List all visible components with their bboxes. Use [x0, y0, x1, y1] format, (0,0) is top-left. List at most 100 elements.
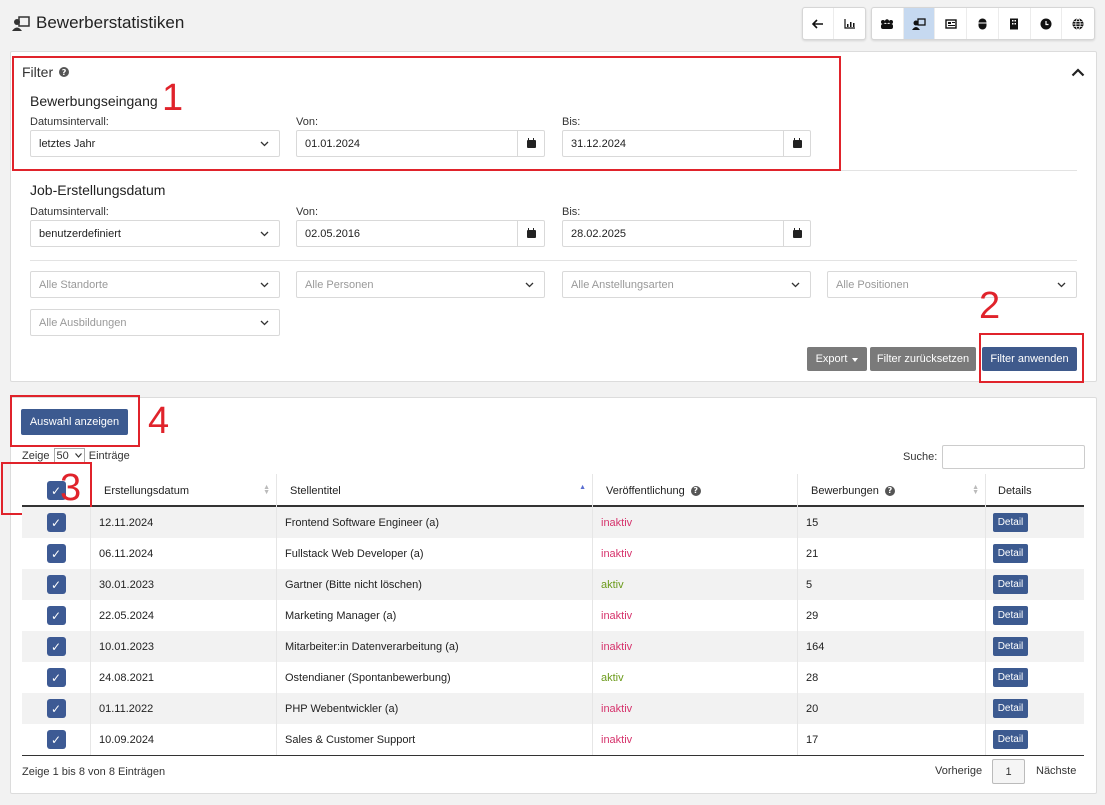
details-cell: Detail — [986, 631, 1084, 662]
applications-count-cell: 28 — [798, 662, 986, 693]
created-date-cell: 12.11.2024 — [91, 507, 277, 538]
chevron-up-icon[interactable] — [1071, 64, 1085, 80]
chevron-down-icon — [1057, 280, 1066, 290]
positions-select[interactable]: Alle Positionen — [827, 271, 1077, 298]
job-title-cell: PHP Webentwickler (a) — [277, 693, 593, 724]
column-header-label: Erstellungsdatum — [104, 484, 189, 497]
row-select-cell: ✓ — [22, 569, 91, 600]
column-header-label: Bewerbungen — [811, 484, 879, 497]
pagination-previous[interactable]: Vorherige — [935, 765, 982, 777]
annotation-box-2 — [979, 333, 1084, 383]
interval-select-job[interactable]: benutzerdefiniert — [30, 220, 280, 247]
applications-count-cell: 164 — [798, 631, 986, 662]
arrow-left-icon[interactable] — [803, 8, 835, 39]
row-checkbox[interactable]: ✓ — [46, 699, 66, 718]
detail-button[interactable]: Detail — [993, 513, 1028, 532]
created-date-cell: 06.11.2024 — [91, 538, 277, 569]
reset-filter-button[interactable]: Filter zurücksetzen — [870, 347, 976, 371]
help-icon[interactable]: ? — [884, 485, 895, 496]
detail-button[interactable]: Detail — [993, 637, 1028, 656]
row-select-cell: ✓ — [22, 631, 91, 662]
persons-select-value: Alle Personen — [305, 278, 374, 291]
details-cell: Detail — [986, 600, 1084, 631]
pagination-next[interactable]: Nächste — [1036, 765, 1076, 777]
row-select-cell: ✓ — [22, 724, 91, 755]
globe-icon[interactable] — [1062, 8, 1094, 39]
page-size-select[interactable]: 50 — [53, 448, 85, 463]
created-date-cell: 10.01.2023 — [91, 631, 277, 662]
row-checkbox[interactable]: ✓ — [46, 637, 66, 656]
toolbar-nav — [802, 7, 866, 40]
locations-select-value: Alle Standorte — [39, 278, 109, 291]
chart-icon[interactable] — [834, 8, 865, 39]
export-button[interactable]: Export — [807, 347, 867, 371]
chevron-down-icon — [260, 280, 269, 290]
table-row: ✓ 24.08.2021 Ostendianer (Spontanbewerbung… — [22, 662, 1084, 693]
job-title-cell: Mitarbeiter:in Datenverarbeitung (a) — [277, 631, 593, 662]
sort-icon: ▲ ▼ — [972, 484, 979, 496]
status-cell: inaktiv — [593, 631, 798, 662]
applications-count-cell: 15 — [798, 507, 986, 538]
row-checkbox[interactable]: ✓ — [46, 730, 66, 749]
row-checkbox[interactable]: ✓ — [46, 606, 66, 625]
details-cell: Detail — [986, 662, 1084, 693]
annotation-number-2: 2 — [979, 285, 1001, 327]
locations-select[interactable]: Alle Standorte — [30, 271, 280, 298]
detail-button[interactable]: Detail — [993, 730, 1028, 749]
users-icon[interactable] — [872, 8, 904, 39]
pagination-page[interactable]: 1 — [992, 759, 1025, 784]
employment-types-select[interactable]: Alle Anstellungsarten — [562, 271, 811, 298]
detail-button[interactable]: Detail — [993, 544, 1028, 563]
row-checkbox[interactable]: ✓ — [46, 575, 66, 594]
column-header-applications[interactable]: Bewerbungen ? ▲ ▼ — [798, 474, 986, 507]
from-date-job[interactable]: 02.05.2016 — [296, 220, 545, 247]
row-checkbox[interactable]: ✓ — [46, 544, 66, 563]
table-row: ✓ 12.11.2024 Frontend Software Engineer (a… — [22, 507, 1084, 538]
row-select-cell: ✓ — [22, 693, 91, 724]
calendar-icon[interactable] — [783, 221, 810, 246]
status-cell: aktiv — [593, 662, 798, 693]
column-header-created[interactable]: Erstellungsdatum ▲ ▼ — [91, 474, 277, 507]
status-cell: inaktiv — [593, 724, 798, 755]
row-checkbox[interactable]: ✓ — [46, 668, 66, 687]
status-cell: aktiv — [593, 569, 798, 600]
column-header-title[interactable]: Stellentitel ▲ ▼ — [277, 474, 593, 507]
annotation-box-1 — [12, 56, 841, 171]
trainings-select[interactable]: Alle Ausbildungen — [30, 309, 280, 336]
newspaper-icon[interactable] — [935, 8, 968, 39]
positions-select-value: Alle Positionen — [836, 278, 909, 291]
to-date-job[interactable]: 28.02.2025 — [562, 220, 811, 247]
applications-count-cell: 20 — [798, 693, 986, 724]
section-title-job: Job-Erstellungsdatum — [30, 182, 166, 198]
column-header-details: Details — [986, 474, 1084, 507]
entries-label: Einträge — [88, 449, 130, 462]
status-cell: inaktiv — [593, 507, 798, 538]
persons-select[interactable]: Alle Personen — [296, 271, 545, 298]
trainings-select-value: Alle Ausbildungen — [39, 316, 127, 329]
applicant-stats-icon[interactable] — [903, 8, 936, 39]
interval-label: Datumsintervall: — [30, 206, 109, 218]
column-header-publication[interactable]: Veröffentlichung ? — [593, 474, 798, 507]
job-title-cell: Frontend Software Engineer (a) — [277, 507, 593, 538]
detail-button[interactable]: Detail — [993, 575, 1028, 594]
details-cell: Detail — [986, 569, 1084, 600]
job-title-cell: Gartner (Bitte nicht löschen) — [277, 569, 593, 600]
mouse-icon[interactable] — [967, 8, 999, 39]
row-checkbox[interactable]: ✓ — [46, 513, 66, 532]
page-title: Bewerberstatistiken — [36, 13, 185, 32]
clock-icon[interactable] — [1031, 8, 1063, 39]
detail-button[interactable]: Detail — [993, 668, 1028, 687]
row-select-cell: ✓ — [22, 538, 91, 569]
detail-button[interactable]: Detail — [993, 699, 1028, 718]
column-header-label: Details — [998, 484, 1032, 497]
from-date-value: 02.05.2016 — [305, 227, 361, 240]
sort-asc-icon: ▲ ▼ — [579, 484, 586, 496]
search-input[interactable] — [942, 445, 1085, 469]
detail-button[interactable]: Detail — [993, 606, 1028, 625]
chevron-down-icon — [791, 280, 800, 290]
table-row: ✓ 01.11.2022 PHP Webentwickler (a) inaktiv 2… — [22, 693, 1084, 724]
show-label: Zeige — [22, 449, 50, 462]
building-icon[interactable] — [999, 8, 1031, 39]
help-icon[interactable]: ? — [690, 485, 701, 496]
calendar-icon[interactable] — [517, 221, 544, 246]
